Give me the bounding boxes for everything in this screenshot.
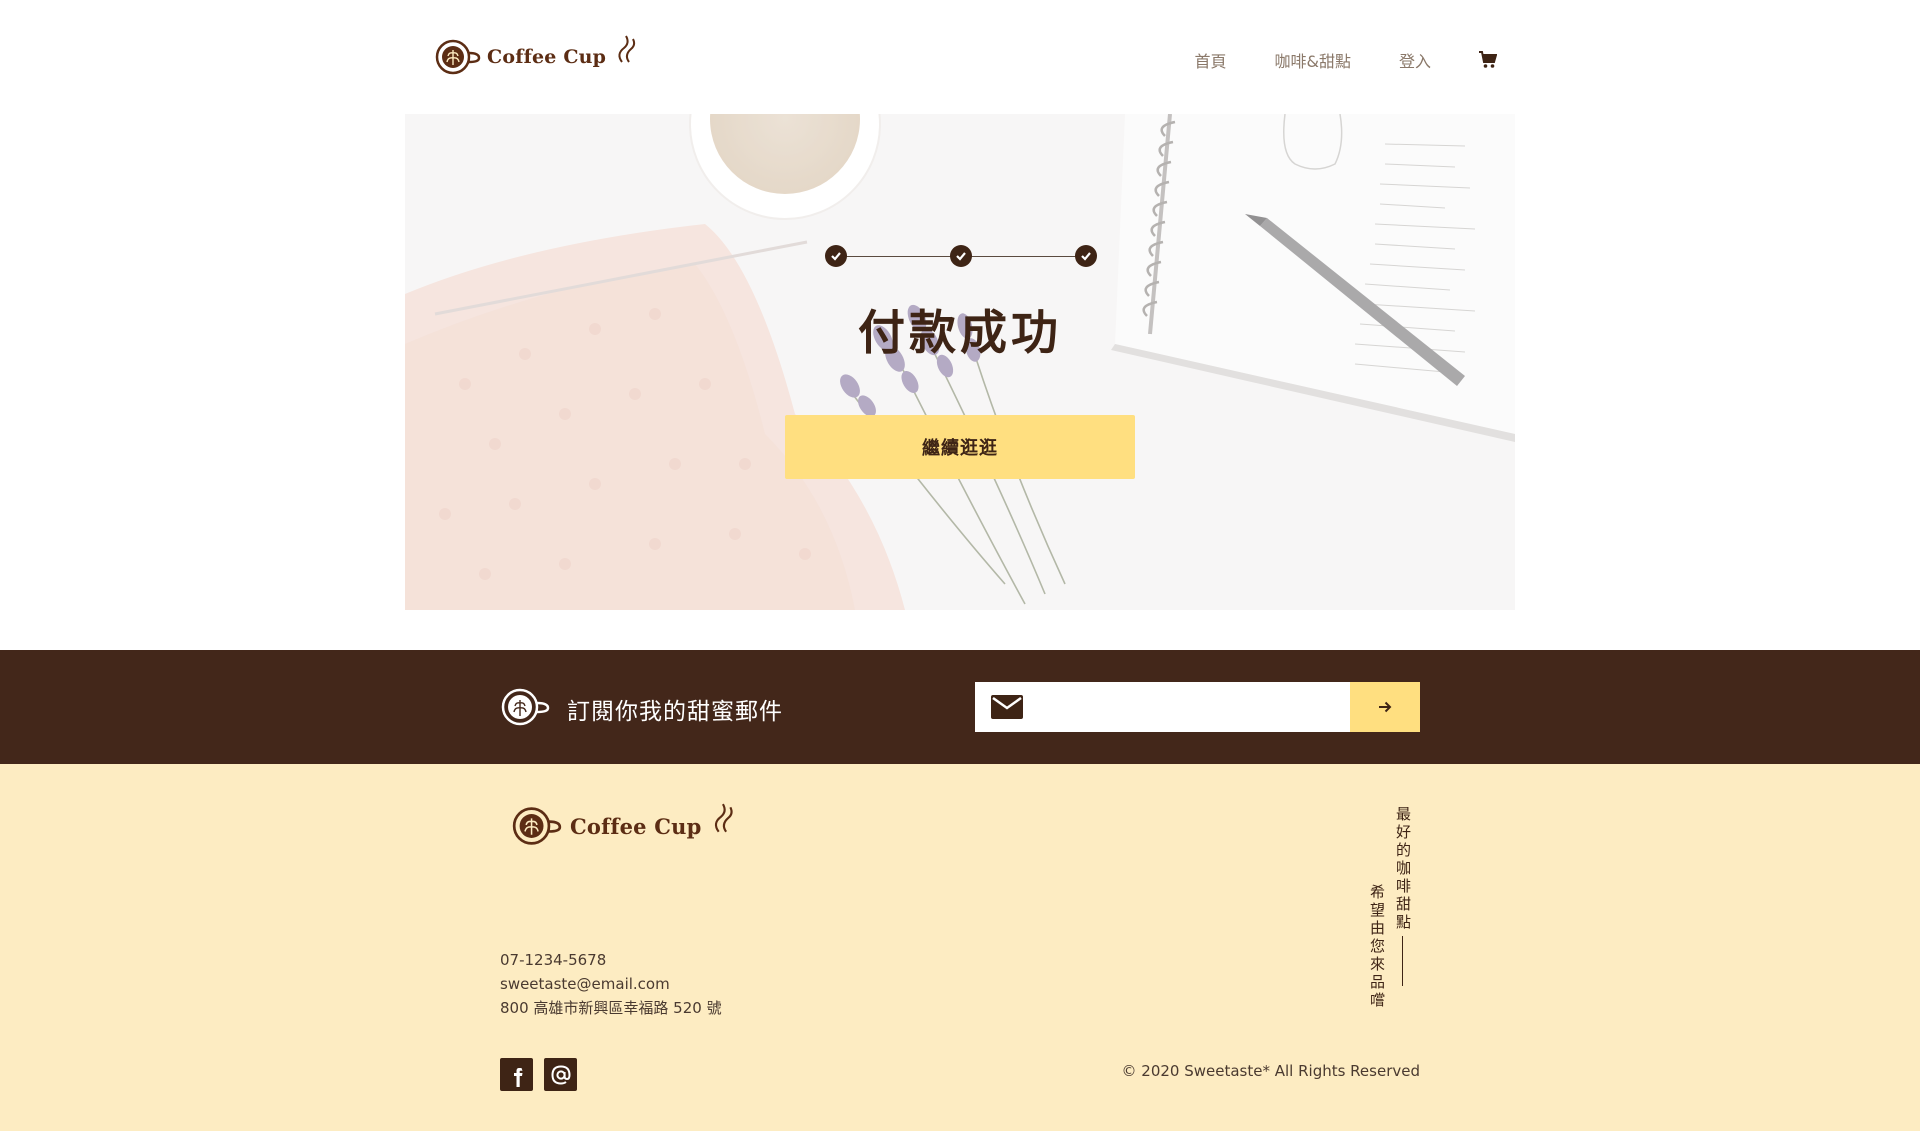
latte-cup-icon	[512, 807, 562, 845]
copyright-text: © 2020 Sweetaste* All Rights Reserved	[1121, 1062, 1420, 1080]
arrow-right-icon	[1379, 701, 1392, 713]
site-footer: Coffee Cup 07-1234-5678 sweetaste@email.…	[0, 764, 1920, 1131]
newsletter-heading: 訂閱你我的甜蜜郵件	[567, 699, 783, 725]
nav-item-home[interactable]: 首頁	[1194, 48, 1226, 72]
newsletter-form	[975, 682, 1420, 732]
newsletter-band: 訂閱你我的甜蜜郵件	[0, 650, 1920, 764]
payment-success-hero: 付款成功 繼續逛逛	[405, 114, 1515, 610]
tagline-divider	[1402, 936, 1403, 986]
tagline-line-2: 希望由您來品嚐	[1368, 884, 1386, 1010]
steam-icon	[618, 35, 636, 63]
brand-logo[interactable]: Coffee Cup	[435, 35, 640, 77]
step-2-check-icon	[950, 245, 972, 267]
checkout-progress	[825, 245, 1109, 269]
step-3-check-icon	[1075, 245, 1097, 267]
facebook-icon	[513, 1067, 522, 1087]
continue-shopping-button[interactable]: 繼續逛逛	[785, 415, 1135, 479]
brand-name: Coffee Cup	[487, 46, 607, 68]
at-sign-icon	[550, 1064, 571, 1085]
latte-cup-icon	[435, 39, 481, 75]
step-1-check-icon	[825, 245, 847, 267]
tagline-line-1: 最好的咖啡甜點	[1394, 806, 1412, 932]
newsletter-email-input[interactable]	[1023, 682, 1350, 732]
footer-brand-logo[interactable]: Coffee Cup	[512, 803, 738, 848]
latte-cup-icon	[501, 688, 550, 726]
nav-item-login[interactable]: 登入	[1399, 48, 1431, 72]
email-field-wrapper	[975, 682, 1350, 732]
footer-brand-name: Coffee Cup	[570, 813, 702, 839]
site-header: Coffee Cup 首頁 咖啡&甜點 登入	[405, 0, 1515, 114]
envelope-icon	[991, 695, 1023, 719]
contact-address: 800 高雄市新興區幸福路 520 號	[500, 999, 722, 1017]
facebook-link[interactable]	[500, 1058, 533, 1091]
page-title: 付款成功	[858, 306, 1062, 361]
steam-icon	[714, 803, 733, 833]
contact-email: sweetaste@email.com	[500, 975, 670, 993]
email-link[interactable]	[544, 1058, 577, 1091]
social-links	[500, 1058, 588, 1091]
contact-phone: 07-1234-5678	[500, 951, 607, 969]
nav-item-coffee-dessert[interactable]: 咖啡&甜點	[1275, 48, 1351, 72]
footer-tagline: 最好的咖啡甜點 希望由您來品嚐	[1366, 806, 1426, 1036]
contact-info: 07-1234-5678 sweetaste@email.com 800 高雄市…	[500, 948, 722, 1020]
main-nav: 首頁 咖啡&甜點 登入	[1194, 48, 1497, 72]
cart-icon[interactable]	[1479, 51, 1497, 69]
newsletter-submit-button[interactable]	[1350, 682, 1420, 732]
